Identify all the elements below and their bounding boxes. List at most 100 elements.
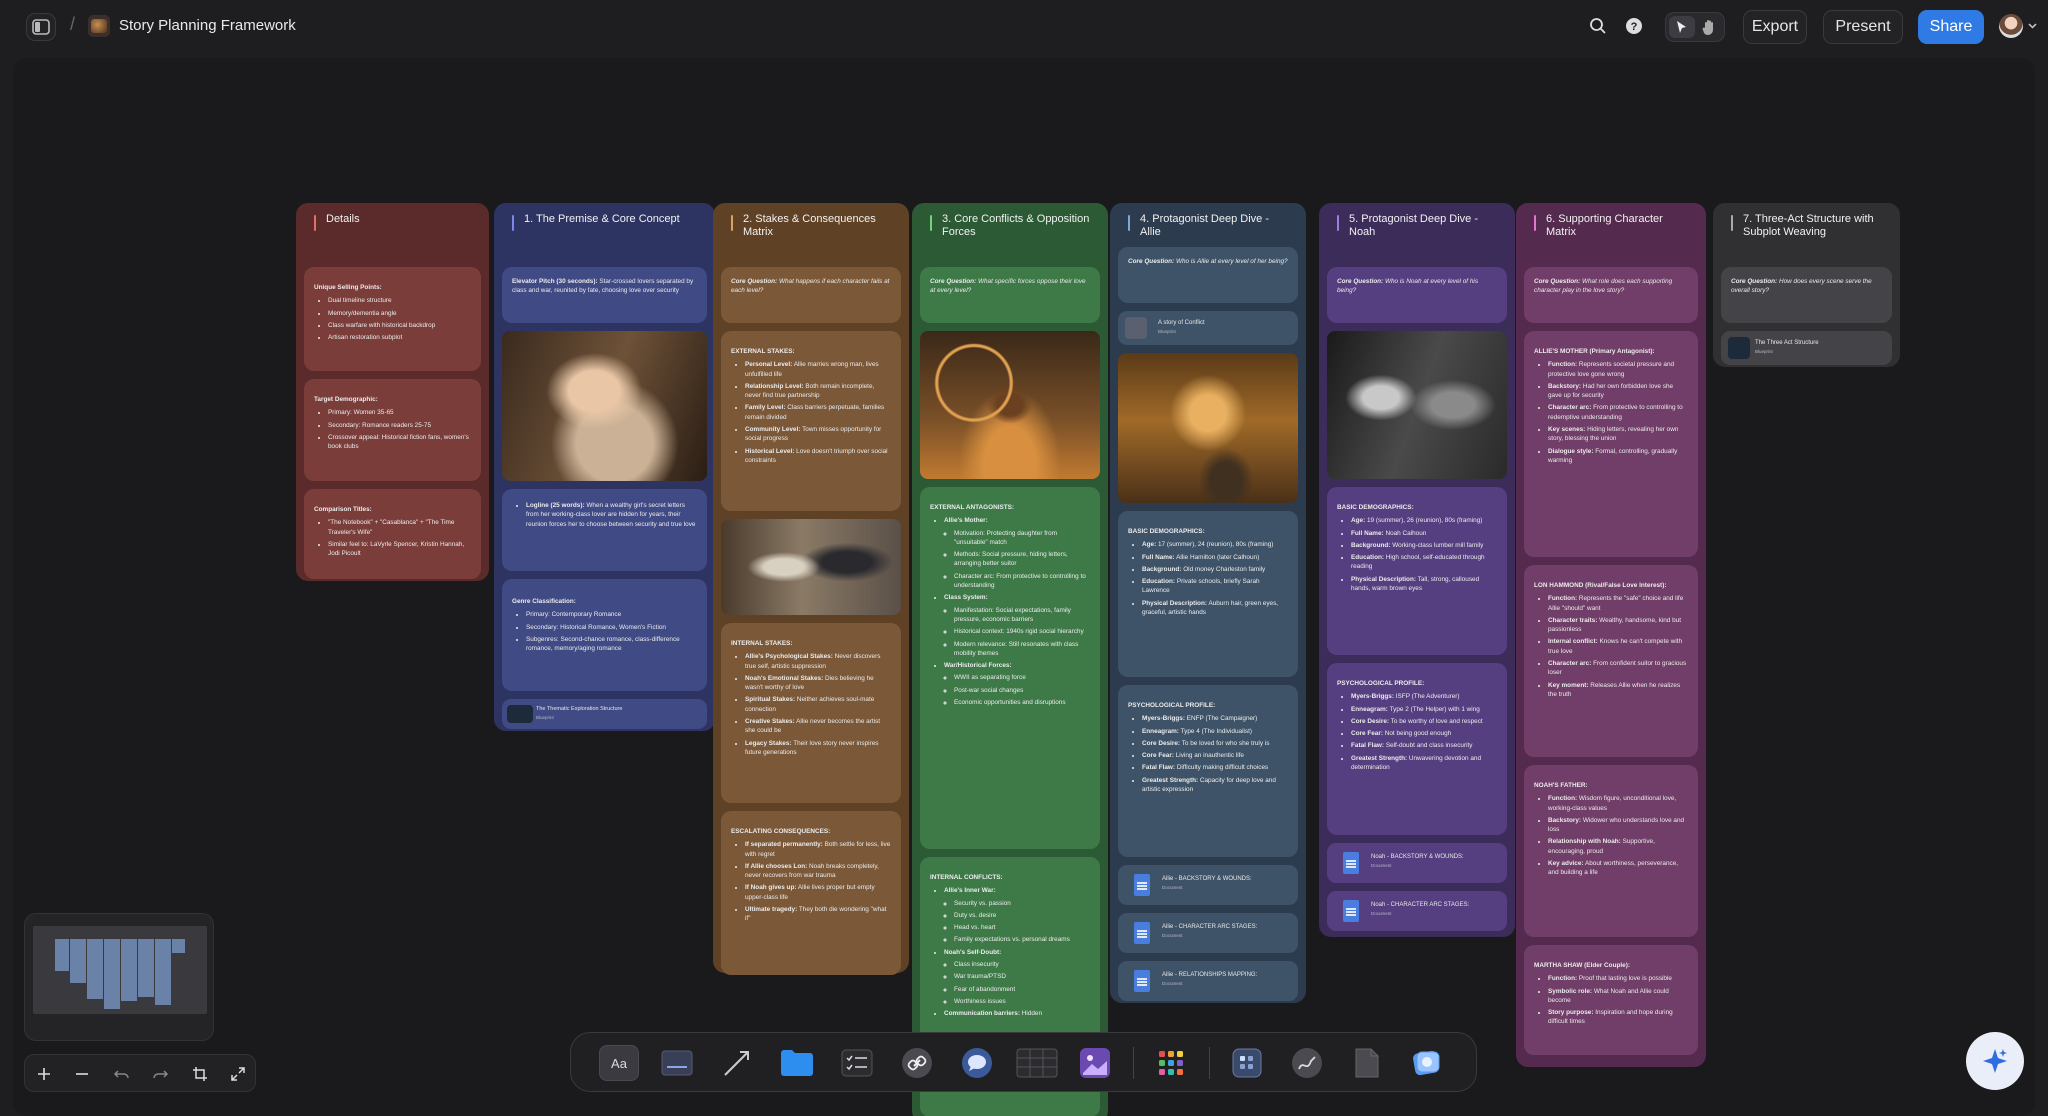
avatar[interactable]: [1999, 14, 2023, 38]
help-icon[interactable]: ?: [1625, 17, 1643, 35]
core-question-card[interactable]: Core Question: Who is Allie at every lev…: [1118, 247, 1298, 303]
redo-button[interactable]: [141, 1055, 179, 1093]
search-icon[interactable]: [1589, 17, 1607, 35]
psychological-profile-card[interactable]: PSYCHOLOGICAL PROFILE: Myers-Briggs: ENF…: [1118, 685, 1298, 857]
story-of-conflict-link[interactable]: A story of Conflict Blueprint: [1118, 311, 1298, 345]
ferris-wheel-image[interactable]: [920, 331, 1100, 479]
field-value: Difficulty making difficult choices: [1176, 764, 1269, 772]
ai-image-tool[interactable]: [1409, 1045, 1445, 1081]
pointer-tool-button[interactable]: [1669, 16, 1695, 38]
core-question-card[interactable]: Core Question: Who is Noah at every leve…: [1327, 267, 1507, 323]
document-tool[interactable]: [1349, 1045, 1385, 1081]
list: Personal Level: Allie marries wrong man,…: [731, 360, 891, 465]
image-generate-tool[interactable]: [1077, 1045, 1113, 1081]
core-question-card[interactable]: Core Question: What specific forces oppo…: [920, 267, 1100, 323]
list-item: Creative Stakes: Allie never becomes the…: [745, 717, 891, 736]
bottom-toolbar: Aa: [570, 1032, 1477, 1092]
field-label: Function:: [1548, 975, 1578, 983]
list-item: Fatal Flaw: Difficulty making difficult …: [1142, 763, 1288, 772]
arrow-tool[interactable]: [719, 1045, 755, 1081]
link-tool[interactable]: [899, 1045, 935, 1081]
list-item: Enneagram: Type 4 (The Individualist): [1142, 727, 1288, 736]
column-details[interactable]: Details Unique Selling Points: Dual time…: [296, 203, 489, 581]
couple-argument-image[interactable]: [721, 519, 901, 615]
plantation-house-image[interactable]: [1118, 353, 1298, 503]
basic-demographics-card[interactable]: BASIC DEMOGRAPHICS: Age: 17 (summer), 24…: [1118, 511, 1298, 677]
fit-frame-button[interactable]: [181, 1055, 219, 1093]
apps-grid-tool[interactable]: [1153, 1045, 1189, 1081]
basic-demographics-card[interactable]: BASIC DEMOGRAPHICS: Age: 19 (summer), 26…: [1327, 487, 1507, 655]
external-stakes-card[interactable]: EXTERNAL STAKES: Personal Level: Allie m…: [721, 331, 901, 511]
field-value: ISFP (The Adventurer): [1395, 693, 1460, 701]
list-item: Full Name: Allie Hamilton (later Calhoun…: [1142, 553, 1288, 562]
list-item: Modern relevance: Still resonates with c…: [954, 640, 1090, 659]
core-question-card[interactable]: Core Question: What happens if each char…: [721, 267, 901, 323]
zoom-out-button[interactable]: [63, 1055, 101, 1093]
table-tool[interactable]: [1015, 1045, 1059, 1081]
escalating-consequences-card[interactable]: ESCALATING CONSEQUENCES: If separated pe…: [721, 811, 901, 975]
fullscreen-button[interactable]: [219, 1055, 257, 1093]
ai-assistant-button[interactable]: [1966, 1032, 2024, 1090]
board-title[interactable]: Story Planning Framework: [119, 17, 296, 34]
zoom-out-icon: [76, 1073, 88, 1075]
allie-relationships-doc[interactable]: Allie - RELATIONSHIPS MAPPING: Document: [1118, 961, 1298, 1001]
soldiers-train-image[interactable]: [1327, 331, 1507, 479]
comparison-titles-card[interactable]: Comparison Titles: "The Notebook" + "Cas…: [304, 489, 481, 579]
sidebar-toggle-button[interactable]: [26, 13, 56, 41]
folder-tool[interactable]: [779, 1045, 815, 1081]
chevron-down-icon[interactable]: [2028, 23, 2037, 29]
column-supporting[interactable]: 6. Supporting Character Matrix Core Ques…: [1516, 203, 1706, 1067]
elevator-pitch-card[interactable]: Elevator Pitch (30 seconds): Star-crosse…: [502, 267, 707, 323]
woman-reading-letter-image[interactable]: [502, 331, 707, 481]
comment-tool[interactable]: [959, 1045, 995, 1081]
whiteboard-canvas[interactable]: Details Unique Selling Points: Dual time…: [13, 58, 2035, 1116]
column-premise[interactable]: 1. The Premise & Core Concept Elevator P…: [494, 203, 715, 731]
column-allie[interactable]: 4. Protagonist Deep Dive - Allie Core Qu…: [1110, 203, 1306, 1003]
list-item: Character arc: From protective to contro…: [954, 572, 1090, 591]
column-weaving[interactable]: 7. Three-Act Structure with Subplot Weav…: [1713, 203, 1900, 367]
martha-shaw-card[interactable]: MARTHA SHAW (Elder Couple): Function: Pr…: [1524, 945, 1698, 1055]
thematic-structure-link[interactable]: The Thematic Exploration Structure Bluep…: [502, 699, 707, 729]
zoom-in-button[interactable]: [25, 1055, 63, 1093]
noah-backstory-doc[interactable]: Noah - BACKSTORY & WOUNDS: Document: [1327, 843, 1507, 883]
undo-button[interactable]: [103, 1055, 141, 1093]
core-question-card[interactable]: Core Question: How does every scene serv…: [1721, 267, 1892, 323]
genre-classification-card[interactable]: Genre Classification: Primary: Contempor…: [502, 579, 707, 691]
share-button[interactable]: Share: [1918, 10, 1984, 44]
sticky-note-icon: [661, 1050, 693, 1076]
board-tool[interactable]: [1229, 1045, 1265, 1081]
list-item: War/Historical Forces:: [944, 661, 1090, 670]
field-label: Logline (25 words):: [526, 502, 585, 509]
allie-arc-stages-doc[interactable]: Allie - CHARACTER ARC STAGES: Document: [1118, 913, 1298, 953]
lon-hammond-card[interactable]: LON HAMMOND (Rival/False Love Interest):…: [1524, 565, 1698, 757]
field-label: Core Fear:: [1142, 752, 1174, 760]
field-label: Elevator Pitch (30 seconds):: [512, 278, 598, 285]
target-demographic-card[interactable]: Target Demographic: Primary: Women 35-65…: [304, 379, 481, 481]
draw-tool[interactable]: [1289, 1045, 1325, 1081]
hand-icon[interactable]: [1702, 19, 1718, 36]
three-act-structure-link[interactable]: The Three Act Structure Blueprint: [1721, 331, 1892, 365]
psychological-profile-card[interactable]: PSYCHOLOGICAL PROFILE: Myers-Briggs: ISF…: [1327, 663, 1507, 835]
list-item: Background: Working-class lumber mill fa…: [1351, 541, 1497, 550]
external-antagonists-card[interactable]: EXTERNAL ANTAGONISTS: Allie's Mother: Mo…: [920, 487, 1100, 849]
allie-backstory-doc[interactable]: Allie - BACKSTORY & WOUNDS: Document: [1118, 865, 1298, 905]
logline-card[interactable]: Logline (25 words): When a wealthy girl'…: [502, 489, 707, 571]
column-noah[interactable]: 5. Protagonist Deep Dive - Noah Core Que…: [1319, 203, 1515, 937]
present-button[interactable]: Present: [1823, 10, 1903, 44]
sticky-note-tool[interactable]: [659, 1045, 695, 1081]
internal-stakes-card[interactable]: INTERNAL STAKES: Allie's Psychological S…: [721, 623, 901, 803]
field-label: Background:: [1351, 541, 1391, 549]
text-tool[interactable]: Aa: [599, 1045, 639, 1081]
noah-arc-stages-doc[interactable]: Noah - CHARACTER ARC STAGES: Document: [1327, 891, 1507, 931]
column-stakes[interactable]: 2. Stakes & Consequences Matrix Core Que…: [713, 203, 909, 975]
allies-mother-card[interactable]: ALLIE'S MOTHER (Primary Antagonist): Fun…: [1524, 331, 1698, 557]
usp-card[interactable]: Unique Selling Points: Dual timeline str…: [304, 267, 481, 371]
checklist-tool[interactable]: [839, 1045, 875, 1081]
core-question-card[interactable]: Core Question: What role does each suppo…: [1524, 267, 1698, 323]
noahs-father-card[interactable]: NOAH'S FATHER: Function: Wisdom figure, …: [1524, 765, 1698, 937]
column-conflicts[interactable]: 3. Core Conflicts & Opposition Forces Co…: [912, 203, 1108, 1116]
minimap[interactable]: [24, 913, 214, 1041]
field-label: Full Name:: [1351, 529, 1384, 537]
field-value: INTERNAL STAKES:: [731, 640, 793, 647]
export-button[interactable]: Export: [1743, 10, 1807, 44]
